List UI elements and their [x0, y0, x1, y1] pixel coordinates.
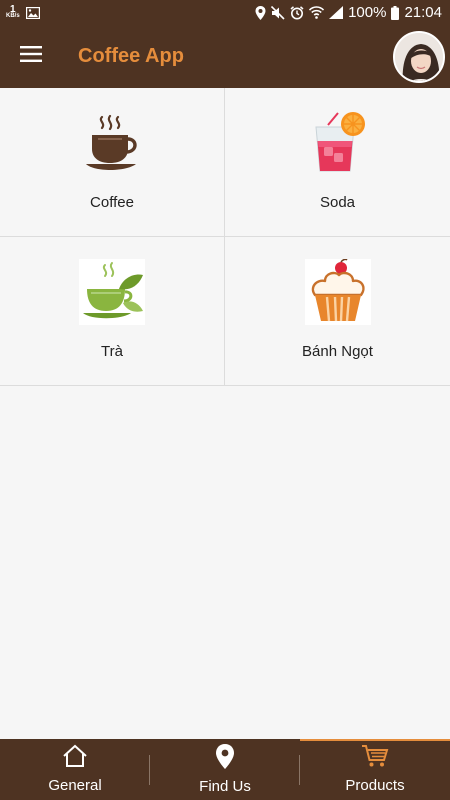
- nav-products[interactable]: Products: [300, 739, 450, 800]
- user-avatar[interactable]: [393, 31, 445, 83]
- status-bar: 1 KB/s 100% 21:04: [0, 0, 450, 25]
- category-label: Soda: [319, 194, 356, 211]
- bottom-navigation: General Find Us Products: [0, 739, 450, 800]
- network-speed-unit: KB/s: [6, 12, 20, 19]
- hamburger-menu-icon: [20, 45, 42, 68]
- alarm-icon: [290, 5, 304, 20]
- nav-label: Products: [345, 777, 405, 794]
- menu-button[interactable]: [0, 25, 62, 88]
- soda-glass-icon: [305, 110, 371, 176]
- category-tea[interactable]: Trà: [0, 237, 225, 386]
- wifi-icon: [309, 6, 325, 19]
- mute-icon: [271, 5, 285, 20]
- cart-icon: [361, 744, 389, 773]
- signal-icon: [329, 6, 344, 19]
- coffee-cup-icon: [79, 110, 145, 176]
- network-speed: 1 KB/s: [6, 3, 20, 20]
- battery-percentage: 100%: [348, 4, 387, 21]
- image-notification-icon: [25, 6, 40, 19]
- cupcake-icon: [304, 259, 371, 325]
- status-right: 100% 21:04: [255, 4, 442, 21]
- category-coffee[interactable]: Coffee: [0, 88, 225, 237]
- clock: 21:04: [404, 4, 442, 21]
- tea-cup-icon: [79, 259, 145, 325]
- category-label: Bánh Ngọt: [302, 343, 373, 360]
- app-title: Coffee App: [78, 45, 184, 67]
- avatar-image: [395, 33, 443, 81]
- nav-label: Find Us: [199, 778, 251, 795]
- location-status-icon: [255, 5, 266, 20]
- home-icon: [61, 744, 89, 773]
- network-speed-value: 1: [10, 3, 16, 15]
- app-bar: Coffee App: [0, 25, 450, 88]
- nav-label: General: [48, 777, 102, 794]
- category-label: Coffee: [90, 194, 134, 211]
- nav-general[interactable]: General: [0, 739, 150, 800]
- category-soda[interactable]: Soda: [225, 88, 450, 237]
- status-left: 1 KB/s: [6, 3, 40, 20]
- category-grid: Coffee Soda Trà Bánh Ngọt: [0, 88, 450, 386]
- category-cake[interactable]: Bánh Ngọt: [225, 237, 450, 386]
- category-label: Trà: [101, 343, 123, 360]
- location-pin-icon: [215, 744, 235, 774]
- nav-find-us[interactable]: Find Us: [150, 739, 300, 800]
- battery-icon: [391, 5, 400, 20]
